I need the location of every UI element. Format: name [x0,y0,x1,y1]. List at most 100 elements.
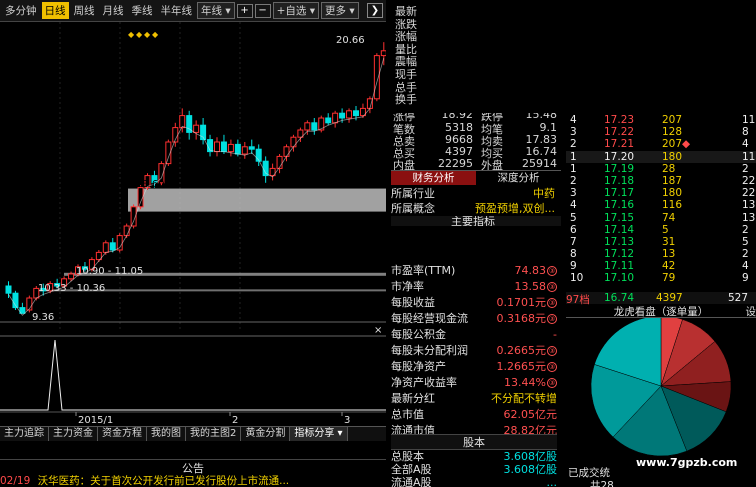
ob-level: 3 [570,126,577,139]
tab-my-main-chart-2[interactable]: 我的主图2 [186,427,242,441]
watermark: www.7gpzb.com [636,456,738,469]
bid-row[interactable]: 2 17.18 187 22 [566,175,756,187]
ob-price: 17.14 [604,223,635,236]
settings-link[interactable]: 设 [746,304,756,319]
ob-count: 11 [742,114,756,126]
ob-count: 13 [742,199,756,212]
tab-main-track[interactable]: 主力追踪 [0,427,49,441]
ob-level: 5 [570,211,577,224]
candle-body [102,242,109,253]
tab-main-funds[interactable]: 主力资金 [49,427,98,441]
tab-fund-equation[interactable]: 资金方程 [98,427,147,441]
candle-body [380,50,386,57]
capital-value: ... [546,476,558,487]
ob-price: 17.22 [604,126,635,139]
tab-deep-analysis[interactable]: 深度分析 [476,171,561,185]
ask-row[interactable]: 3 17.22 128 8 [566,126,756,138]
period-toolbar: 多分钟 日线 周线 月线 季线 半年线 年线 ▾ + − +自选 ▾ 更多 ▾ … [0,0,386,22]
date-tick-label: 2015/1 [78,415,113,426]
add-custom-dropdown[interactable]: +自选 ▾ [272,2,320,19]
period-quarter[interactable]: 季线 [129,2,156,19]
capital-list: 总股本 3.608亿股 全部A股 3.608亿股 流通A股... [391,450,557,487]
collapse-arrow-icon[interactable]: ❯ [367,3,383,18]
period-week[interactable]: 周线 [71,2,98,19]
capital-label: 流通A股 [391,476,432,487]
detail-circle-icon[interactable]: ③ [547,314,557,324]
event-diamond-icon: ◆ [136,30,143,39]
ob-level: 6 [570,223,577,236]
kline-chart-area[interactable]: ◆ ◆ ◆ ◆ 20.66 9.36 13.60 - 14.56 10.90 - 11.05 1… [0,22,386,434]
quote-panel: 最新 涨跌 涨幅 量比 震幅 现手 总手 换手 涨停 18.92 跌停 15.48 笔数 5318 均笔 9.… [391,0,561,172]
ask-row[interactable]: 1 17.20 180 11 [566,150,756,163]
concept-row: 所属概念 预盈预增,双创... [391,201,561,216]
year-dropdown[interactable]: 年线 ▾ [197,2,235,19]
ask-row[interactable]: 4 17.23 207 11 [566,114,756,126]
bid-row[interactable]: 9 17.11 42 4 [566,260,756,272]
notice-title[interactable]: 沃华医药：关于首次公开发行前已发行股份上市流通... [38,475,290,487]
industry-value[interactable]: 中药 [533,186,555,201]
bid-row[interactable]: 6 17.14 5 2 [566,224,756,236]
bid-row[interactable]: 4 17.16 116 13 [566,199,756,211]
fundamental-label: 最新分红 [391,392,435,405]
capital-value: 3.608亿股 [503,463,558,476]
candle-body [353,110,359,117]
detail-circle-icon[interactable]: ③ [547,266,557,276]
capital-row: 全部A股 3.608亿股 [391,463,557,476]
bid-row[interactable]: 1 17.19 28 2 [566,163,756,175]
candle-body [193,124,200,133]
tab-golden-section[interactable]: 黄金分割 [241,427,291,441]
fundamental-label: 市净率 [391,280,424,293]
fundamental-value: - [553,327,557,343]
ob-count: 22 [742,174,756,187]
candle-body [109,242,116,251]
zoom-in-button[interactable]: + [236,3,253,18]
detail-circle-icon[interactable]: ③ [547,362,557,372]
bid-row[interactable]: 7 17.13 31 5 [566,236,756,248]
candle-body [339,112,346,119]
candle-body [220,141,227,153]
price-high-label: 20.66 [336,35,365,46]
detail-circle-icon[interactable]: ③ [547,282,557,292]
ask-row[interactable]: 2 17.21 207 ◆ 4 [566,138,756,150]
ob-price: 17.10 [604,272,635,285]
bid-row[interactable]: 3 17.17 180 22 [566,187,756,199]
fundamental-value: 不分配不转增 [491,391,557,407]
period-half-year[interactable]: 半年线 [158,2,196,19]
ob-volume: 31 [662,235,676,248]
event-diamond-icon: ◆ [144,30,151,39]
more-dropdown[interactable]: 更多 ▾ [321,2,359,19]
bid-row[interactable]: 8 17.12 13 2 [566,248,756,260]
fundamental-value: 0.2665元 ③ [497,343,557,359]
candle-body [290,136,297,148]
tab-financial-analysis[interactable]: 财务分析 [391,171,476,185]
fundamental-row: 每股净资产 1.2665元 ③ [391,359,557,375]
ob-level: 7 [570,235,577,248]
detail-circle-icon[interactable]: ③ [547,378,557,388]
period-month[interactable]: 月线 [100,2,127,19]
date-tick-label: 2 [232,415,238,426]
detail-circle-icon[interactable]: ③ [547,346,557,356]
industry-info: 所属行业 中药 所属概念 预盈预增,双创... 主要指标 [391,186,561,226]
notice-item[interactable]: 02/19 沃华医药：关于首次公开发行前已发行股份上市流通... [0,473,386,487]
fundamental-label: 每股未分配利润 [391,344,468,357]
bid-row[interactable]: 5 17.15 74 13 [566,212,756,224]
concept-value[interactable]: 预盈预增,双创... [475,201,555,216]
detail-circle-icon[interactable]: ③ [547,298,557,308]
support-box [128,188,386,212]
ob-count: 2 [742,248,749,261]
ob-count: 4 [742,260,749,273]
capital-row: 总股本 3.608亿股 [391,450,557,463]
ob-price: 17.17 [604,187,635,200]
candle-body [311,122,318,131]
capital-label: 总股本 [391,450,424,463]
quote-row-value: 15.48 [525,108,558,121]
candle-body [5,285,12,294]
fundamental-row: 每股未分配利润 0.2665元 ③ [391,343,557,359]
period-day[interactable]: 日线 [41,2,69,19]
tab-my-chart[interactable]: 我的图 [147,427,186,441]
zoom-out-button[interactable]: − [254,3,271,18]
period-multi-minute[interactable]: 多分钟 [2,2,40,19]
tab-indicator-share[interactable]: 指标分享 ▾ [290,427,348,441]
candle-body [179,115,186,129]
bid-row[interactable]: 10 17.10 79 9 [566,272,756,284]
